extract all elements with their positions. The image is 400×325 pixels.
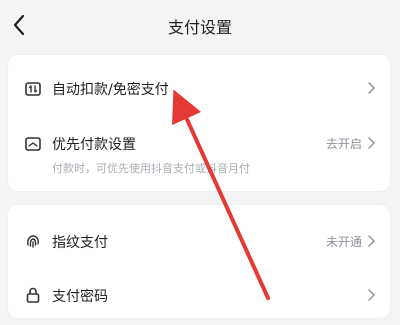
- fingerprint-payment-row[interactable]: 指纹支付 未开通: [8, 215, 390, 255]
- page-title: 支付设置: [167, 18, 232, 37]
- chevron-right-icon: [368, 289, 375, 301]
- priority-payment-icon: [25, 137, 41, 151]
- security-settings-card: 指纹支付 未开通 支付密码: [8, 205, 390, 318]
- priority-payment-subtext: 付款时，可优先使用抖音支付或抖音月付: [52, 162, 250, 175]
- fingerprint-icon: [27, 235, 39, 248]
- navigation-bar: 支付设置: [0, 0, 400, 50]
- auto-deduct-icon: [25, 82, 41, 96]
- chevron-right-icon: [368, 137, 375, 149]
- lock-icon: [26, 287, 40, 303]
- chevron-right-icon: [368, 235, 375, 247]
- auto-deduct-label: 自动扣款/免密支付: [52, 82, 169, 98]
- priority-payment-label: 优先付款设置: [52, 137, 136, 153]
- auto-deduct-row[interactable]: 自动扣款/免密支付: [8, 63, 390, 103]
- chevron-right-icon: [368, 82, 375, 94]
- payment-password-row[interactable]: 支付密码: [8, 269, 390, 309]
- fingerprint-payment-status: 未开通: [325, 235, 362, 249]
- payment-password-label: 支付密码: [52, 289, 108, 305]
- priority-payment-status: 去开启: [325, 137, 362, 151]
- payment-settings-card: 自动扣款/免密支付 优先付款设置 付款时，可优先使用抖音支付或抖音月付 去开启: [8, 55, 390, 191]
- priority-payment-row[interactable]: 优先付款设置 付款时，可优先使用抖音支付或抖音月付 去开启: [8, 117, 390, 177]
- fingerprint-payment-label: 指纹支付: [52, 235, 108, 251]
